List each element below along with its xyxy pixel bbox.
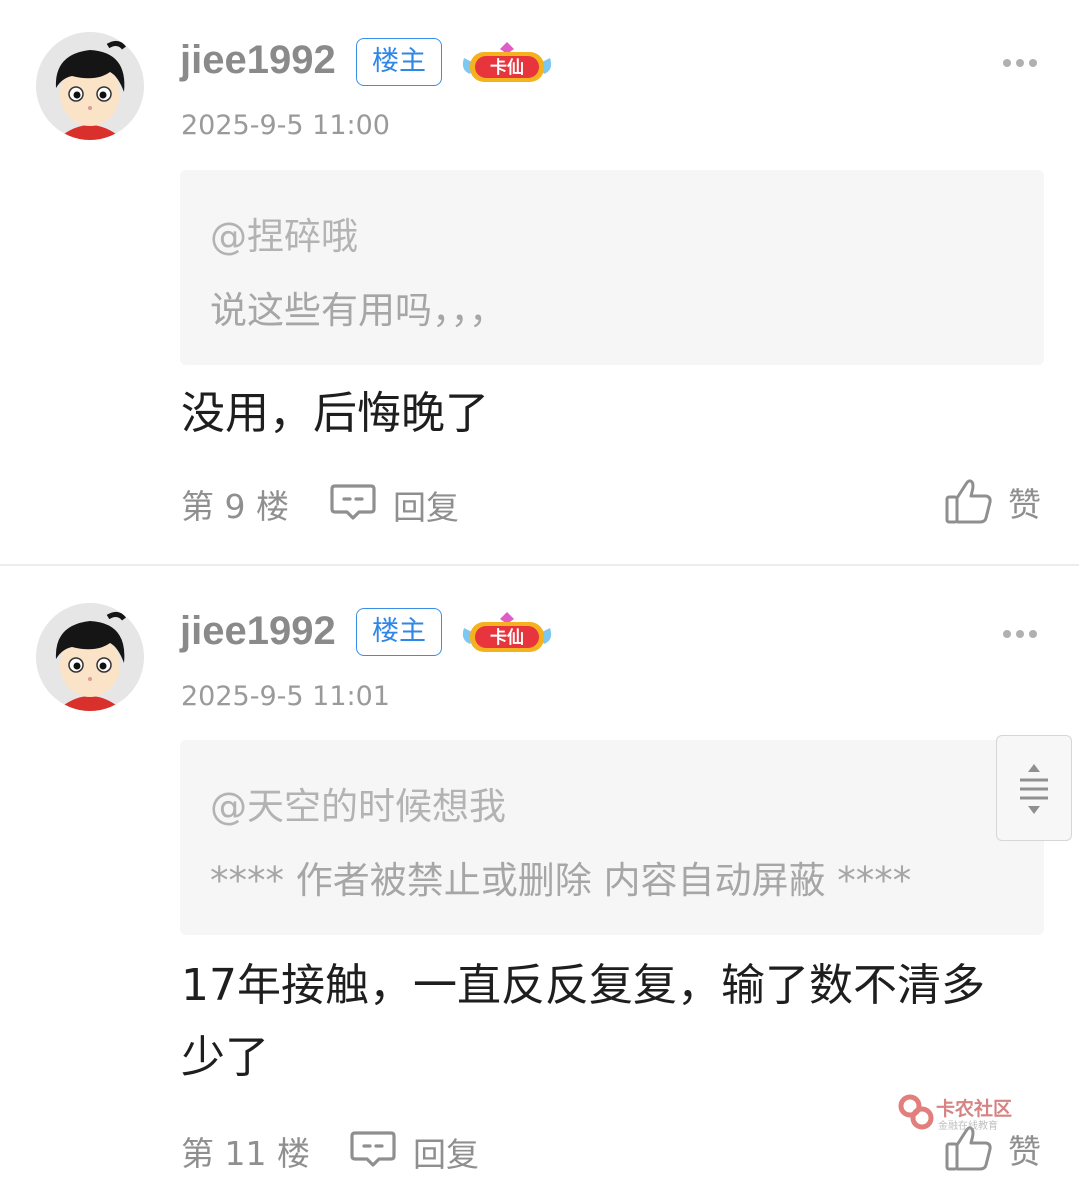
rank-badge: 卡仙 [460,610,554,656]
username[interactable]: jiee1992 [180,609,336,654]
reply-label: 回复 [413,1135,479,1174]
reply-label: 回复 [393,488,459,527]
reply-button[interactable]: 回复 [329,483,469,527]
like-button[interactable]: 赞 [944,476,1044,526]
like-label: 赞 [1008,485,1041,524]
username[interactable]: jiee1992 [180,38,336,83]
rank-badge-label: 卡仙 [490,627,524,648]
quoted-username[interactable]: @天空的时候想我 [210,776,506,830]
scroll-handle[interactable] [996,735,1072,841]
more-icon[interactable] [1000,56,1040,70]
post-content: 17年接触，一直反反复复，输了数不清多少了 [181,960,985,1083]
floor-number: 第 11 楼 [181,1134,310,1173]
quoted-text: 说这些有用吗，，， [210,289,506,332]
op-badge: 楼主 [356,608,442,656]
rank-badge-label: 卡仙 [490,57,524,78]
quoted-text: **** 作者被禁止或删除 内容自动屏蔽 **** [210,859,912,902]
comment-icon [350,1131,396,1167]
post-divider [0,564,1079,566]
scroll-handle-icon [1020,764,1048,814]
watermark: 卡农社区 金融在线教育 [898,1094,1023,1134]
logo-icon [898,1094,934,1130]
quoted-reply[interactable]: @天空的时候想我 **** 作者被禁止或删除 内容自动屏蔽 **** [180,740,1044,935]
avatar[interactable] [36,603,144,711]
watermark-subtitle: 金融在线教育 [938,1121,998,1132]
floor-number: 第 9 楼 [181,487,289,526]
timestamp: 2025-9-5 11:00 [181,110,390,141]
op-badge: 楼主 [356,38,442,86]
thumbs-up-icon [945,479,992,524]
rank-badge: 卡仙 [460,40,554,86]
reply-button[interactable]: 回复 [349,1130,489,1174]
post-content: 没用，后悔晚了 [181,388,489,439]
timestamp: 2025-9-5 11:01 [181,681,390,712]
quoted-reply[interactable]: @捏碎哦 说这些有用吗，，， [180,170,1044,365]
comment-icon [330,484,376,520]
more-icon[interactable] [1000,627,1040,641]
avatar[interactable] [36,32,144,140]
quoted-username[interactable]: @捏碎哦 [210,206,358,260]
